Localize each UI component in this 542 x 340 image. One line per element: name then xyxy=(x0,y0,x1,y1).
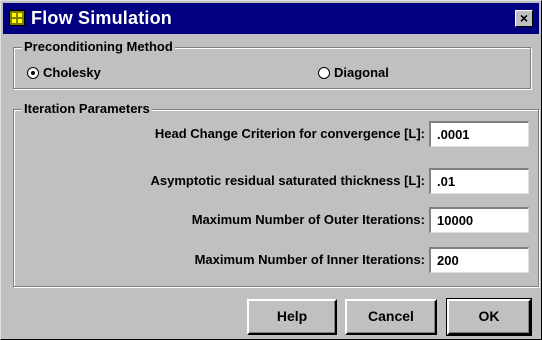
radio-unselected-icon xyxy=(318,66,330,79)
residual-thickness-input[interactable] xyxy=(429,168,529,194)
head-change-input[interactable] xyxy=(429,121,529,147)
radio-cholesky-label: Cholesky xyxy=(43,65,101,80)
radio-selected-icon xyxy=(27,66,39,79)
app-grid-icon xyxy=(9,10,25,26)
radio-diagonal[interactable]: Diagonal xyxy=(318,65,389,80)
window-title: Flow Simulation xyxy=(31,8,172,28)
title-bar[interactable]: Flow Simulation × xyxy=(3,3,539,34)
radio-diagonal-label: Diagonal xyxy=(334,65,389,80)
help-button[interactable]: Help xyxy=(247,299,337,335)
head-change-label: Head Change Criterion for convergence [L… xyxy=(154,126,425,141)
close-icon: × xyxy=(519,10,529,26)
inner-iterations-label: Maximum Number of Inner Iterations: xyxy=(194,252,425,267)
radio-cholesky[interactable]: Cholesky xyxy=(27,65,101,80)
preconditioning-title: Preconditioning Method xyxy=(22,39,175,54)
cancel-button[interactable]: Cancel xyxy=(345,299,437,335)
outer-iterations-label: Maximum Number of Outer Iterations: xyxy=(191,212,425,227)
residual-thickness-label: Asymptotic residual saturated thickness … xyxy=(150,173,425,188)
iteration-parameters-title: Iteration Parameters xyxy=(22,101,152,116)
outer-iterations-input[interactable] xyxy=(429,207,529,233)
close-button[interactable]: × xyxy=(515,10,533,27)
ok-button[interactable]: OK xyxy=(446,298,532,336)
inner-iterations-input[interactable] xyxy=(429,247,529,273)
flow-simulation-dialog: Flow Simulation × Preconditioning Method… xyxy=(0,0,542,340)
